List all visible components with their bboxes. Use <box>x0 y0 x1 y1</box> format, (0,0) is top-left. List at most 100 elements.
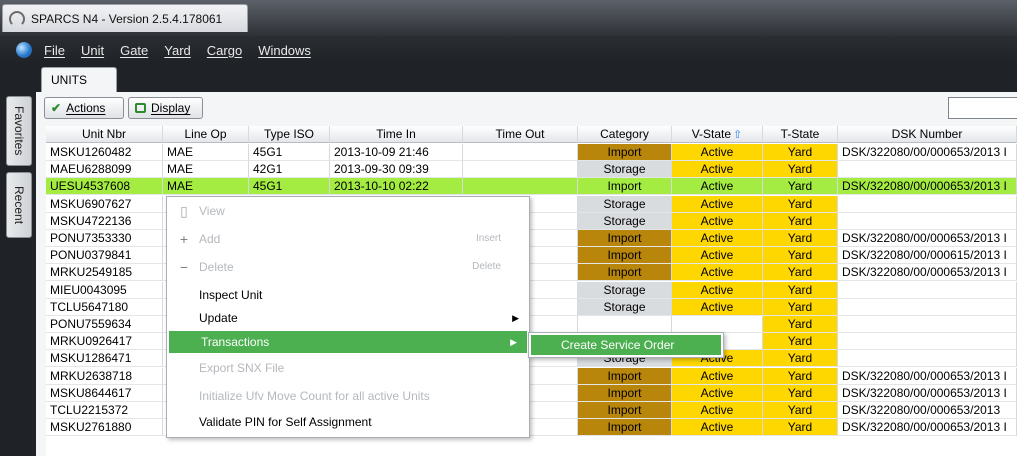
cell-unit-nbr: MRKU0926417 <box>46 333 163 351</box>
menu-item-view[interactable]: ▯ View <box>167 200 529 222</box>
cell-time-out <box>463 178 578 196</box>
actions-button[interactable]: ✔ Actions <box>44 97 124 119</box>
cell-v-state: Active <box>672 195 763 213</box>
cell-v-state: Active <box>672 384 763 402</box>
recent-tab[interactable]: Recent <box>6 172 32 238</box>
cell-dsk-number <box>838 195 1017 213</box>
cell-unit-nbr: TCLU2215372 <box>46 402 163 419</box>
cell-v-state <box>672 316 763 333</box>
cell-v-state: Active <box>672 419 763 437</box>
tab-units[interactable]: UNITS <box>41 67 117 92</box>
table-row-selected[interactable]: UESU4537608 MAE 45G1 2013-10-10 02:22 Import… <box>46 178 1017 196</box>
cell-t-state: Yard <box>763 367 838 385</box>
side-panel: Favorites Recent <box>0 64 36 456</box>
cell-category: Import <box>578 402 672 419</box>
cell-t-state: Yard <box>763 333 838 351</box>
menu-yard[interactable]: Yard <box>164 43 191 58</box>
cell-dsk-number: DSK/322080/00/000653/2013 I <box>838 384 1017 402</box>
cell-unit-nbr: MSKU2761880 <box>46 419 163 437</box>
menu-cargo[interactable]: Cargo <box>207 43 242 58</box>
column-header-t-state[interactable]: T-State <box>763 126 838 143</box>
menu-item-initialize-move-count[interactable]: Initialize Ufv Move Count for all active… <box>167 385 529 407</box>
tab-strip: UNITS <box>36 64 1017 92</box>
actions-button-label: Actions <box>66 101 106 115</box>
cell-t-state: Yard <box>763 384 838 402</box>
cell-t-state: Yard <box>763 212 838 230</box>
column-header-line-op[interactable]: Line Op <box>163 126 249 143</box>
cell-t-state: Yard <box>763 144 838 161</box>
cell-time-out <box>463 161 578 179</box>
menu-item-view-label: View <box>199 204 225 218</box>
cell-category: Storage <box>578 298 672 316</box>
column-header-dsk-number[interactable]: DSK Number <box>838 126 1017 143</box>
cell-category <box>578 316 672 333</box>
delete-shortcut: Delete <box>472 261 501 272</box>
cell-category: Import <box>578 419 672 437</box>
menu-item-validate-pin[interactable]: Validate PIN for Self Assignment <box>167 411 529 433</box>
cell-t-state: Yard <box>763 281 838 299</box>
cell-t-state: Yard <box>763 316 838 333</box>
column-header-time-out[interactable]: Time Out <box>463 126 578 143</box>
column-header-unit-nbr[interactable]: Unit Nbr <box>46 126 163 143</box>
cell-dsk-number: DSK/322080/00/000653/2013 I <box>838 367 1017 385</box>
cell-category: Import <box>578 247 672 265</box>
favorites-tab-label: Favorites <box>12 106 26 156</box>
cell-category: Import <box>578 384 672 402</box>
menu-windows[interactable]: Windows <box>258 43 311 58</box>
cell-category: Storage <box>578 212 672 230</box>
menu-item-transactions[interactable]: Transactions ▶ <box>169 331 527 353</box>
cell-category: Storage <box>578 195 672 213</box>
cell-v-state: Active <box>672 264 763 282</box>
cell-unit-nbr: MSKU8644617 <box>46 384 163 402</box>
menu-item-update[interactable]: Update ▶ <box>167 307 529 329</box>
cell-t-state: Yard <box>763 247 838 265</box>
cell-line-op: MAE <box>163 161 249 179</box>
cell-dsk-number: DSK/322080/00/000653/2013 <box>838 402 1017 419</box>
menu-item-delete-label: Delete <box>199 260 234 274</box>
cell-category: Storage <box>578 281 672 299</box>
menu-item-inspect-unit[interactable]: Inspect Unit <box>167 284 529 306</box>
search-input[interactable] <box>948 97 1017 119</box>
menu-item-delete[interactable]: − Delete Delete <box>167 256 529 278</box>
cell-unit-nbr: PONU7559634 <box>46 316 163 333</box>
table-row[interactable]: MAEU6288099 MAE 42G1 2013-09-30 09:39 Storag… <box>46 161 1017 179</box>
menu-item-add[interactable]: + Add Insert <box>167 228 529 250</box>
table-row[interactable]: MSKU1260482 MAE 45G1 2013-10-09 21:46 Import… <box>46 144 1017 161</box>
cell-dsk-number: DSK/322080/00/000653/2013 I <box>838 178 1017 196</box>
cell-type-iso: 45G1 <box>249 178 330 196</box>
globe-icon[interactable] <box>16 42 32 58</box>
menu-item-create-service-order[interactable]: Create Service Order <box>531 335 721 355</box>
cell-unit-nbr: MSKU4722136 <box>46 212 163 230</box>
window-tab[interactable]: SPARCS N4 - Version 2.5.4.178061 <box>2 4 248 32</box>
cell-v-state: Active <box>672 247 763 265</box>
cell-v-state: Active <box>672 144 763 161</box>
title-bar: SPARCS N4 - Version 2.5.4.178061 <box>0 0 1017 36</box>
column-header-time-in[interactable]: Time In <box>330 126 463 143</box>
column-header-type-iso[interactable]: Type ISO <box>249 126 330 143</box>
menu-item-export-snx[interactable]: Export SNX File <box>167 357 529 379</box>
cell-t-state: Yard <box>763 195 838 213</box>
recent-tab-label: Recent <box>12 185 26 225</box>
cell-v-state: Active <box>672 161 763 179</box>
v-state-header-label: V-State <box>691 127 732 141</box>
favorites-tab[interactable]: Favorites <box>6 96 32 166</box>
cell-unit-nbr: UESU4537608 <box>46 178 163 196</box>
cell-category: Import <box>578 367 672 385</box>
menu-item-add-label: Add <box>199 232 221 246</box>
menu-unit[interactable]: Unit <box>81 43 104 58</box>
column-header-v-state[interactable]: V-State ⇧ <box>672 126 763 143</box>
column-header-category[interactable]: Category <box>578 126 672 143</box>
cell-unit-nbr: PONU7353330 <box>46 230 163 247</box>
cell-v-state: Active <box>672 402 763 419</box>
menu-item-update-label: Update <box>199 311 238 325</box>
cell-category: Import <box>578 144 672 161</box>
display-button[interactable]: Display <box>128 97 203 119</box>
cell-dsk-number: DSK/322080/00/000653/2013 I <box>838 419 1017 437</box>
menu-file[interactable]: File <box>44 43 65 58</box>
menu-gate[interactable]: Gate <box>120 43 148 58</box>
sort-ascending-icon: ⇧ <box>733 129 743 141</box>
cell-unit-nbr: TCLU5647180 <box>46 298 163 316</box>
app-icon <box>9 10 25 27</box>
cell-dsk-number: DSK/322080/00/000615/2013 I <box>838 247 1017 265</box>
cell-line-op: MAE <box>163 178 249 196</box>
